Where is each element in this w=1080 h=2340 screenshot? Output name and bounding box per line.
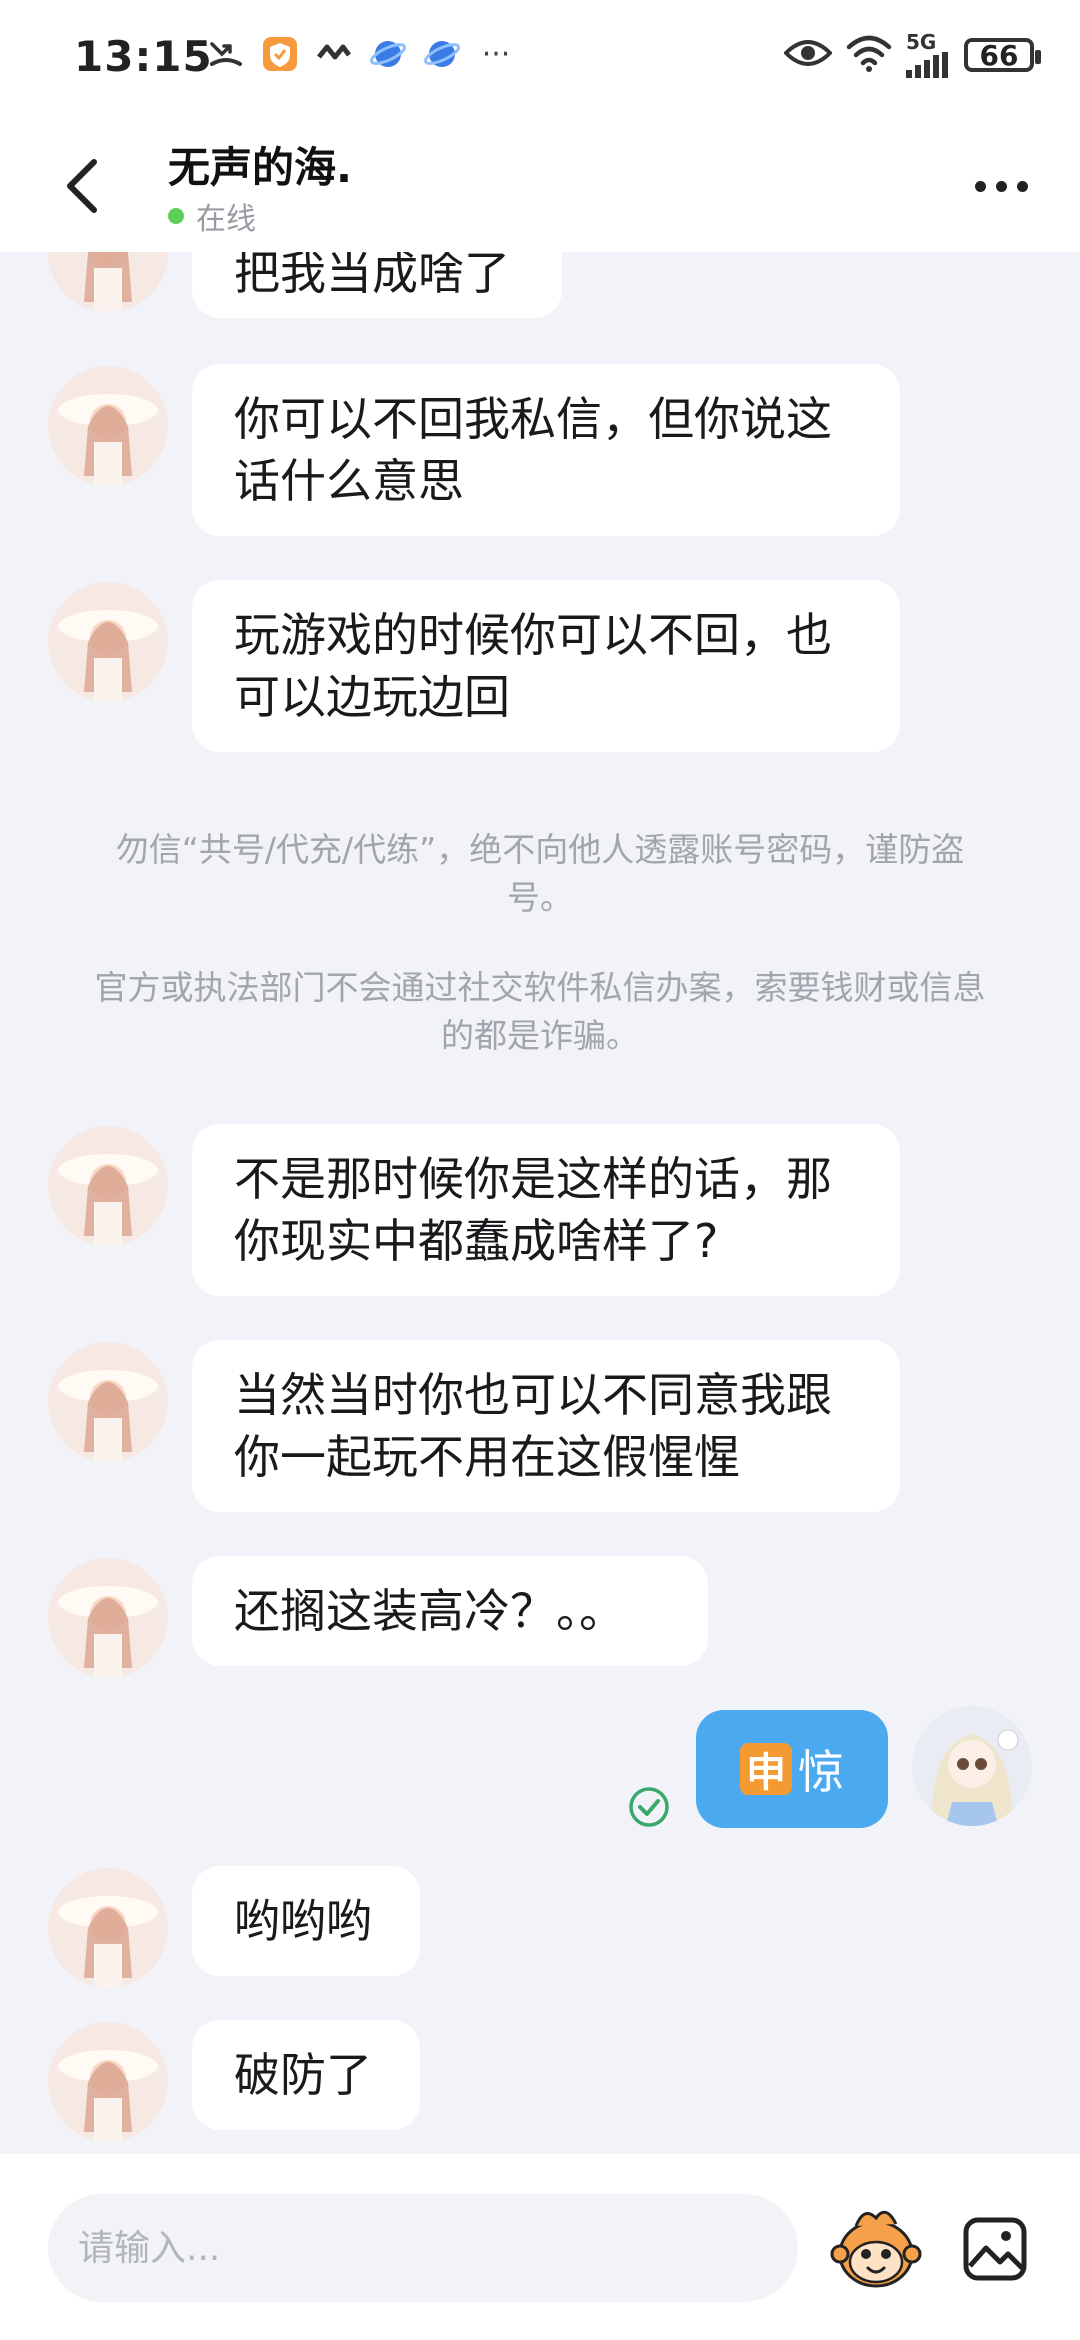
message-bubble[interactable]: 破防了 (192, 2020, 420, 2130)
missed-call-icon (206, 34, 246, 74)
status-left-icons: ··· (206, 34, 516, 74)
network-type: 5G (906, 30, 937, 54)
more-options-button[interactable] (966, 162, 1036, 210)
message-text: 惊 (798, 1745, 844, 1799)
browser-planet-icon (368, 34, 408, 74)
message-bubble[interactable]: 不是那时候你是这样的话，那你现实中都蠢成啥样了? (192, 1124, 900, 1296)
contact-avatar[interactable] (48, 1558, 168, 1678)
message-bubble[interactable]: 哟哟哟 (192, 1866, 420, 1976)
more-dots-icon (974, 180, 986, 192)
message-text: 哟哟哟 (234, 1894, 372, 1948)
message-text: 当然当时你也可以不同意我跟你一起玩不用在这假惺惺 (234, 1368, 832, 1484)
battery-icon: 66 (964, 38, 1041, 72)
contact-avatar[interactable] (48, 1342, 168, 1462)
message-list[interactable]: 把我当成啥了 你可以不回我私信，但你说这话什么意思 玩游戏的时候你可以不回，也可… (0, 252, 1080, 2154)
contact-avatar[interactable] (48, 1126, 168, 1246)
contact-avatar[interactable] (48, 366, 168, 486)
read-check-icon (628, 1786, 670, 1828)
message-bubble[interactable]: 你可以不回我私信，但你说这话什么意思 (192, 364, 900, 536)
system-notice: 官方或执法部门不会通过社交软件私信办案，索要钱财或信息的都是诈骗。 (94, 968, 986, 1055)
system-notice: 勿信“共号/代充/代练”，绝不向他人透露账号密码，谨防盗号。 (115, 830, 965, 917)
app-wave-icon (314, 34, 354, 74)
contact-avatar[interactable] (48, 582, 168, 702)
message-text: 你可以不回我私信，但你说这话什么意思 (234, 392, 832, 508)
eye-icon (783, 35, 833, 75)
message-text: 还搁这装高冷？。。 (234, 1584, 625, 1638)
emoji-button[interactable] (826, 2198, 926, 2298)
chat-header: 无声的海. 在线 (0, 118, 1080, 252)
emoji-monkey-icon (830, 2210, 922, 2288)
message-text: 玩游戏的时候你可以不回，也可以边玩边回 (234, 608, 832, 724)
status-bar: 13:15 ··· 5G 66 (0, 0, 1080, 118)
message-bubble[interactable]: 把我当成啥了 (192, 252, 562, 318)
my-message-bubble[interactable]: 申 惊 (696, 1710, 888, 1828)
status-right-icons: 5G 66 (783, 32, 1041, 78)
back-button[interactable] (52, 146, 112, 226)
contact-avatar[interactable] (48, 1868, 168, 1988)
online-status-text: 在线 (196, 202, 256, 237)
message-bubble[interactable]: 还搁这装高冷？。。 (192, 1556, 708, 1666)
wifi-icon (846, 33, 892, 77)
browser-planet-icon (422, 34, 462, 74)
status-time: 13:15 (74, 32, 213, 81)
my-avatar[interactable] (912, 1706, 1032, 1826)
message-bubble[interactable]: 玩游戏的时候你可以不回，也可以边玩边回 (192, 580, 900, 752)
signal-icon: 5G (906, 32, 950, 78)
back-arrow-icon (67, 159, 97, 213)
message-input[interactable] (48, 2194, 798, 2302)
message-text: 破防了 (234, 2048, 372, 2102)
contact-name[interactable]: 无声的海. (168, 134, 352, 195)
message-bubble[interactable]: 当然当时你也可以不同意我跟你一起玩不用在这假惺惺 (192, 1340, 900, 1512)
image-icon (963, 2217, 1027, 2281)
message-text: 不是那时候你是这样的话，那你现实中都蠢成啥样了? (234, 1152, 832, 1268)
app-shield-icon (260, 34, 300, 74)
online-status: 在线 (168, 194, 256, 238)
composer-bar (0, 2154, 1080, 2340)
message-text: 把我当成啥了 (234, 252, 510, 300)
contact-avatar[interactable] (48, 2022, 168, 2142)
contact-avatar[interactable] (48, 252, 168, 312)
more-notifications-icon: ··· (481, 36, 511, 72)
emoji-character: 申 (740, 1743, 792, 1796)
online-dot-icon (168, 208, 184, 224)
image-button[interactable] (950, 2204, 1040, 2294)
